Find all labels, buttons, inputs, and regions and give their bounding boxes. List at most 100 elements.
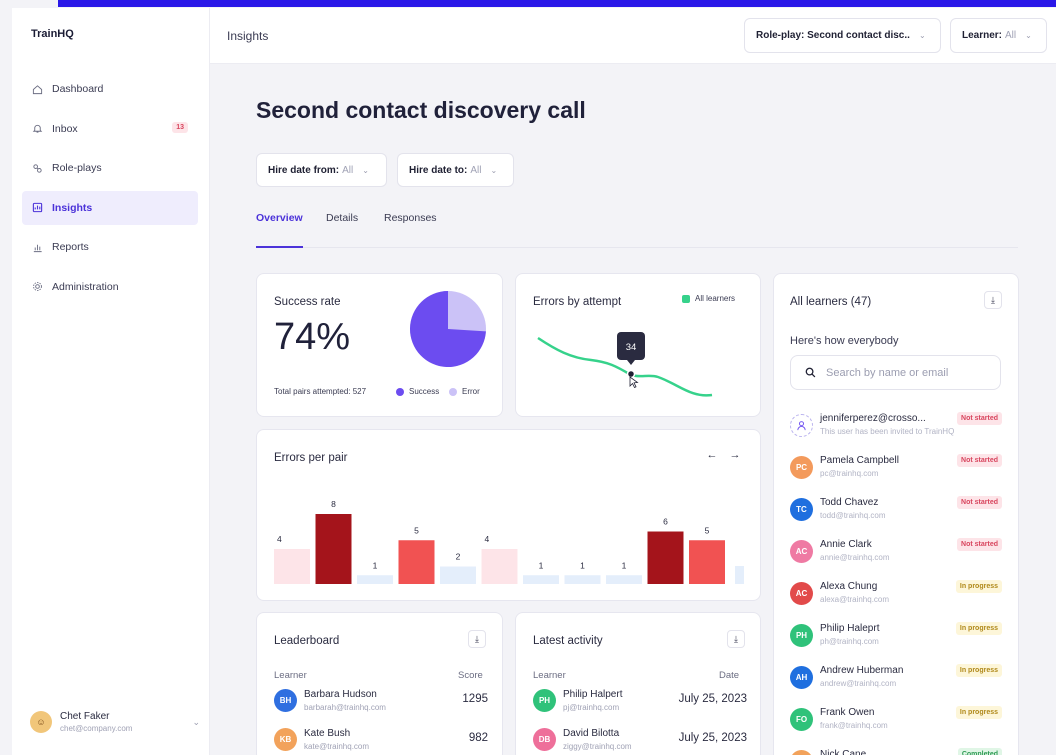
legend-label: Error [462, 387, 480, 396]
status-badge: In progress [955, 622, 1002, 635]
leaderboard-card: Leaderboard ⤓ Learner Score BH Barbara H… [256, 612, 503, 755]
roleplay-select-label: Role-play: [756, 30, 805, 41]
user-name: Chet Faker [60, 711, 110, 722]
status-badge: Completed [957, 748, 1002, 755]
bar[interactable] [440, 566, 476, 585]
activity-date: July 25, 2023 [678, 693, 747, 705]
hire-date-to-select[interactable]: Hire date to: All ⌄ [397, 153, 514, 187]
sidebar-item-dashboard[interactable]: Dashboard [22, 72, 198, 106]
learner-row[interactable]: TC Todd Chavez todd@trainhq.com Not started [790, 494, 1002, 536]
bar-partial [735, 566, 744, 584]
learner-row[interactable]: AC Annie Clark annie@trainhq.com Not starte… [790, 536, 1002, 578]
learner-row[interactable]: PC Pamela Campbell pc@trainhq.com Not start… [790, 452, 1002, 494]
data-label: 5 [414, 525, 419, 535]
bar[interactable] [315, 514, 352, 584]
chevron-down-icon: ⌄ [362, 165, 369, 175]
learner-name: Philip Halpert [563, 689, 623, 700]
learner-select-value: All [1005, 30, 1017, 41]
chevron-down-icon: ⌄ [490, 165, 498, 175]
page-breadcrumb: Insights [227, 29, 269, 43]
learner-email: andrew@trainhq.com [820, 679, 897, 688]
learner-email: pc@trainhq.com [820, 469, 879, 478]
hire-date-from-value: All [342, 164, 354, 176]
download-icon[interactable]: ⤓ [468, 630, 486, 648]
data-label: 5 [705, 525, 710, 535]
data-label: 1 [539, 560, 544, 570]
column-header-learner: Learner [274, 670, 307, 681]
bar[interactable] [689, 540, 725, 584]
data-label: 1 [622, 560, 627, 570]
search-input[interactable]: Search by name or email [790, 355, 1001, 390]
sidebar-item-insights[interactable]: Insights [22, 190, 198, 225]
search-icon [805, 367, 816, 378]
success-pie-chart [410, 291, 486, 367]
chevron-down-icon: ⌄ [918, 31, 926, 40]
avatar: PH [790, 624, 813, 647]
table-row[interactable]: DB David Bilotta ziggy@trainhq.com July … [533, 728, 747, 755]
tab-responses[interactable]: Responses [384, 212, 437, 224]
sidebar-nav: Dashboard Inbox 13 Role-plays Insights R… [22, 72, 198, 310]
bar[interactable] [564, 575, 601, 584]
column-header-learner: Learner [533, 670, 566, 681]
roleplay-select-value: Second contact disc.. [807, 30, 910, 41]
download-icon[interactable]: ⤓ [727, 630, 745, 648]
learner-row[interactable]: AC Alexa Chung alexa@trainhq.com In progres… [790, 578, 1002, 620]
errors-per-pair-chart: 4 8 1 5 2 4 1 1 1 6 5 [274, 499, 744, 585]
avatar: PC [790, 456, 813, 479]
learner-name: Annie Clark [820, 539, 872, 550]
learner-name: Philip Haleprt [820, 623, 880, 634]
bar[interactable] [398, 540, 435, 584]
search-placeholder: Search by name or email [826, 366, 949, 379]
hire-date-from-select[interactable]: Hire date from: All ⌄ [256, 153, 387, 187]
learner-select[interactable]: Learner: All ⌄ [950, 18, 1047, 53]
tooltip-value: 34 [626, 342, 637, 353]
learner-name: Andrew Huberman [820, 665, 904, 676]
bell-icon [32, 124, 43, 133]
learner-name: Frank Owen [820, 707, 875, 718]
bar[interactable] [357, 575, 393, 584]
avatar: AC [790, 582, 813, 605]
sidebar-item-role-plays[interactable]: Role-plays [22, 151, 198, 185]
download-icon[interactable]: ⤓ [984, 291, 1002, 309]
status-badge: In progress [955, 664, 1002, 677]
table-row[interactable]: PH Philip Halpert pj@trainhq.com July 25… [533, 689, 747, 727]
data-label: 4 [277, 534, 282, 544]
table-row[interactable]: BH Barbara Hudson barbarah@trainhq.com 1… [274, 689, 488, 727]
bar-chart-icon [33, 244, 42, 252]
data-point[interactable] [626, 369, 636, 379]
sidebar-item-inbox[interactable]: Inbox 13 [22, 112, 198, 146]
bar[interactable] [523, 575, 559, 584]
legend-label: Success [409, 387, 440, 396]
top-bar: Insights Role-play: Second contact disc.… [210, 8, 1056, 64]
bar[interactable] [647, 531, 684, 585]
avatar: KB [274, 728, 297, 751]
avatar: BH [274, 689, 297, 712]
avatar: PH [533, 689, 556, 712]
user-menu[interactable]: ☺ Chet Faker chet@company.com ⌄ [30, 711, 200, 733]
learner-row[interactable]: jenniferperez@crosso... This user has bee… [790, 410, 1002, 452]
avatar: FO [790, 708, 813, 731]
data-label: 1 [580, 560, 585, 570]
data-label: 1 [373, 560, 378, 570]
learner-name: David Bilotta [563, 728, 620, 739]
sidebar-item-administration[interactable]: Administration [22, 270, 198, 304]
learner-email: This user has been invited to TrainHQ [820, 427, 955, 436]
home-icon [32, 84, 43, 94]
bar[interactable] [481, 549, 518, 584]
sidebar-item-reports[interactable]: Reports [22, 230, 198, 264]
bar[interactable] [274, 549, 310, 584]
learner-row[interactable]: AH Andrew Huberman andrew@trainhq.com In pr… [790, 662, 1002, 704]
roleplay-select[interactable]: Role-play: Second contact disc.. ⌄ [744, 18, 941, 53]
avatar: AC [790, 540, 813, 563]
role-play-icon [33, 164, 42, 173]
tab-overview[interactable]: Overview [256, 212, 303, 224]
bar[interactable] [606, 575, 642, 584]
sidebar-item-label: Reports [52, 241, 89, 254]
learner-row[interactable]: PH Philip Haleprt ph@trainhq.com In progres… [790, 620, 1002, 662]
learner-row[interactable]: NC Nick Cane Completed [790, 746, 1002, 755]
table-row[interactable]: KB Kate Bush kate@trainhq.com 982 [274, 728, 488, 755]
brand-logo[interactable]: TrainHQ [31, 28, 74, 40]
data-label: 2 [456, 552, 461, 562]
tab-details[interactable]: Details [326, 212, 358, 224]
learner-row[interactable]: FO Frank Owen frank@trainhq.com In progress [790, 704, 1002, 746]
